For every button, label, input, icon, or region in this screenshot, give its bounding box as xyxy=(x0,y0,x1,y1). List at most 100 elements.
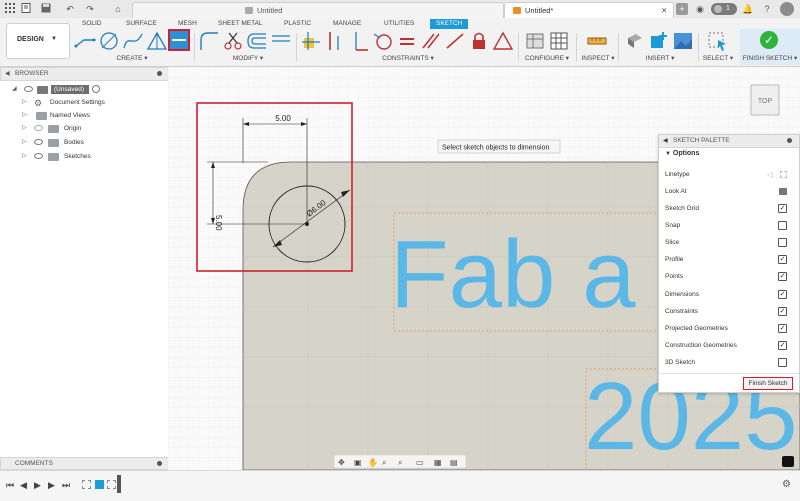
help-icon[interactable]: ? xyxy=(761,3,773,15)
project-tool-icon[interactable] xyxy=(300,30,322,52)
notification-bell-icon[interactable]: 🔔 xyxy=(742,3,754,15)
vertical-dimension-label[interactable]: 5.00 xyxy=(214,215,223,231)
display-settings-icon[interactable]: ▭ xyxy=(416,458,424,467)
tab-mesh[interactable]: MESH xyxy=(178,19,197,29)
configure-table-icon[interactable] xyxy=(524,30,546,52)
visibility-eye-icon[interactable] xyxy=(34,139,43,145)
fit-icon[interactable]: ⌕ xyxy=(398,458,402,467)
finish-check-icon[interactable]: ✓ xyxy=(760,31,778,49)
palette-row-projected-geometries[interactable]: Projected Geometries ✓ xyxy=(665,320,793,337)
coincident-constraint-icon[interactable] xyxy=(324,30,346,52)
look-at-camera-icon[interactable] xyxy=(779,188,787,195)
3d-sketch-checkbox[interactable] xyxy=(778,358,787,367)
comments-panel-header[interactable]: COMMENTS xyxy=(0,457,170,470)
group-configure[interactable]: CONFIGURE ▾ xyxy=(522,54,572,63)
rectangle-tool-icon[interactable] xyxy=(98,30,120,52)
timeline-sketch-feature-icon[interactable] xyxy=(107,480,116,489)
spline-tool-icon[interactable] xyxy=(122,30,144,52)
linetype-centerline-icon[interactable] xyxy=(780,171,787,178)
tab-sketch[interactable]: SKETCH xyxy=(430,19,469,29)
parallel-constraint-icon[interactable] xyxy=(420,30,442,52)
polygon-tool-icon[interactable] xyxy=(146,30,168,52)
tab-solid[interactable]: SOLID xyxy=(82,19,102,29)
trim-scissors-icon[interactable] xyxy=(222,30,244,52)
browser-header[interactable]: ◀ BROWSER xyxy=(0,67,170,81)
timeline-settings-gear-icon[interactable]: ⚙ xyxy=(782,479,791,490)
triangle-constraint-icon[interactable] xyxy=(492,30,514,52)
collapse-triangle-icon[interactable]: ◀ xyxy=(5,68,10,80)
save-icon[interactable] xyxy=(40,3,52,15)
move-tool-icon[interactable] xyxy=(270,30,292,52)
equal-constraint-icon[interactable] xyxy=(396,30,418,52)
points-checkbox[interactable]: ✓ xyxy=(778,272,787,281)
timeline-marker-handle[interactable] xyxy=(117,475,121,493)
construction-geometries-checkbox[interactable]: ✓ xyxy=(778,341,787,350)
palette-row-sketch-grid[interactable]: Sketch Grid ✓ xyxy=(665,200,793,217)
group-modify[interactable]: MODIFY ▾ xyxy=(228,54,268,63)
job-status-badge[interactable]: 1 xyxy=(711,3,737,15)
finish-sketch-area[interactable]: ✓ FINISH SKETCH ▾ xyxy=(740,29,800,65)
app-grid-icon[interactable] xyxy=(4,3,16,15)
group-constraints[interactable]: CONSTRAINTS ▾ xyxy=(378,54,438,63)
line-tool-icon[interactable] xyxy=(74,30,96,52)
expand-triangle-icon[interactable]: ▷ xyxy=(22,136,27,149)
grid-settings-icon[interactable]: ▦ xyxy=(434,458,442,467)
insert-derive-icon[interactable] xyxy=(624,30,646,52)
redo-icon[interactable]: ↷ xyxy=(84,3,96,15)
tab-plastic[interactable]: PLASTIC xyxy=(284,19,311,29)
profile-checkbox[interactable]: ✓ xyxy=(778,255,787,264)
options-section-header[interactable]: ▼ Options xyxy=(665,150,699,157)
tree-item-sketches[interactable]: ▷ Sketches xyxy=(0,150,168,163)
tangent-constraint-icon[interactable] xyxy=(348,30,370,52)
finish-sketch-button[interactable]: Finish Sketch xyxy=(743,377,793,390)
orbit-icon[interactable]: ✥ xyxy=(338,458,345,467)
user-avatar[interactable] xyxy=(780,2,794,16)
document-tab[interactable]: Untitled xyxy=(132,2,504,18)
expand-triangle-icon[interactable]: ▷ xyxy=(22,96,27,109)
expand-triangle-icon[interactable]: ▷ xyxy=(22,122,27,135)
group-create[interactable]: CREATE ▾ xyxy=(112,54,152,63)
fix-lock-icon[interactable] xyxy=(468,30,490,52)
tab-manage[interactable]: MANAGE xyxy=(333,19,361,29)
tab-sheet-metal[interactable]: SHEET METAL xyxy=(218,19,263,29)
group-insert[interactable]: INSERT ▾ xyxy=(640,54,680,63)
palette-row-3d-sketch[interactable]: 3D Sketch xyxy=(665,354,793,371)
zoom-icon[interactable]: ⌕ xyxy=(382,458,386,467)
play-icon[interactable]: ▶ xyxy=(34,480,41,491)
constraints-checkbox[interactable]: ✓ xyxy=(778,307,787,316)
expand-triangle-icon[interactable]: ▼ xyxy=(665,151,671,157)
visibility-eye-icon[interactable] xyxy=(24,86,33,92)
expand-triangle-icon[interactable]: ◢ xyxy=(12,83,17,96)
timeline-sketch-feature-icon[interactable] xyxy=(82,480,91,489)
viewports-icon[interactable]: ▤ xyxy=(450,458,458,467)
chat-icon[interactable] xyxy=(782,456,794,467)
palette-row-construction-geometries[interactable]: Construction Geometries ✓ xyxy=(665,337,793,354)
palette-row-snap[interactable]: Snap xyxy=(665,217,793,234)
palette-row-constraints[interactable]: Constraints ✓ xyxy=(665,303,793,320)
palette-row-dimensions[interactable]: Dimensions ✓ xyxy=(665,286,793,303)
panel-pin-icon[interactable] xyxy=(157,71,162,76)
document-tab-active[interactable]: Untitled* ✕ xyxy=(504,2,674,18)
panel-pin-icon[interactable] xyxy=(787,138,792,143)
group-select[interactable]: SELECT ▾ xyxy=(700,54,736,63)
extensions-icon[interactable]: ◉ xyxy=(694,3,706,15)
tree-item-document-settings[interactable]: ▷ ⚙ Document Settings xyxy=(0,96,168,109)
palette-row-profile[interactable]: Profile ✓ xyxy=(665,251,793,268)
undo-icon[interactable]: ↶ xyxy=(64,3,76,15)
pan-hand-icon[interactable]: ✋ xyxy=(368,457,378,467)
timeline-extrude-feature-icon[interactable] xyxy=(95,480,104,489)
offset-tool-icon[interactable] xyxy=(246,30,268,52)
sketch-grid-checkbox[interactable]: ✓ xyxy=(778,204,787,213)
slice-checkbox[interactable] xyxy=(778,238,787,247)
configure-grid-icon[interactable] xyxy=(548,30,570,52)
visibility-eye-icon[interactable] xyxy=(34,153,43,159)
select-box-icon[interactable] xyxy=(706,30,728,52)
palette-row-points[interactable]: Points ✓ xyxy=(665,268,793,285)
sketch-dimension-tool-icon[interactable] xyxy=(168,29,190,51)
insert-mesh-icon[interactable] xyxy=(648,30,670,52)
palette-row-slice[interactable]: Slice xyxy=(665,234,793,251)
tab-surface[interactable]: SURFACE xyxy=(126,19,157,29)
dimensions-checkbox[interactable]: ✓ xyxy=(778,290,787,299)
insert-image-icon[interactable] xyxy=(672,30,694,52)
expand-triangle-icon[interactable]: ▷ xyxy=(22,150,27,163)
